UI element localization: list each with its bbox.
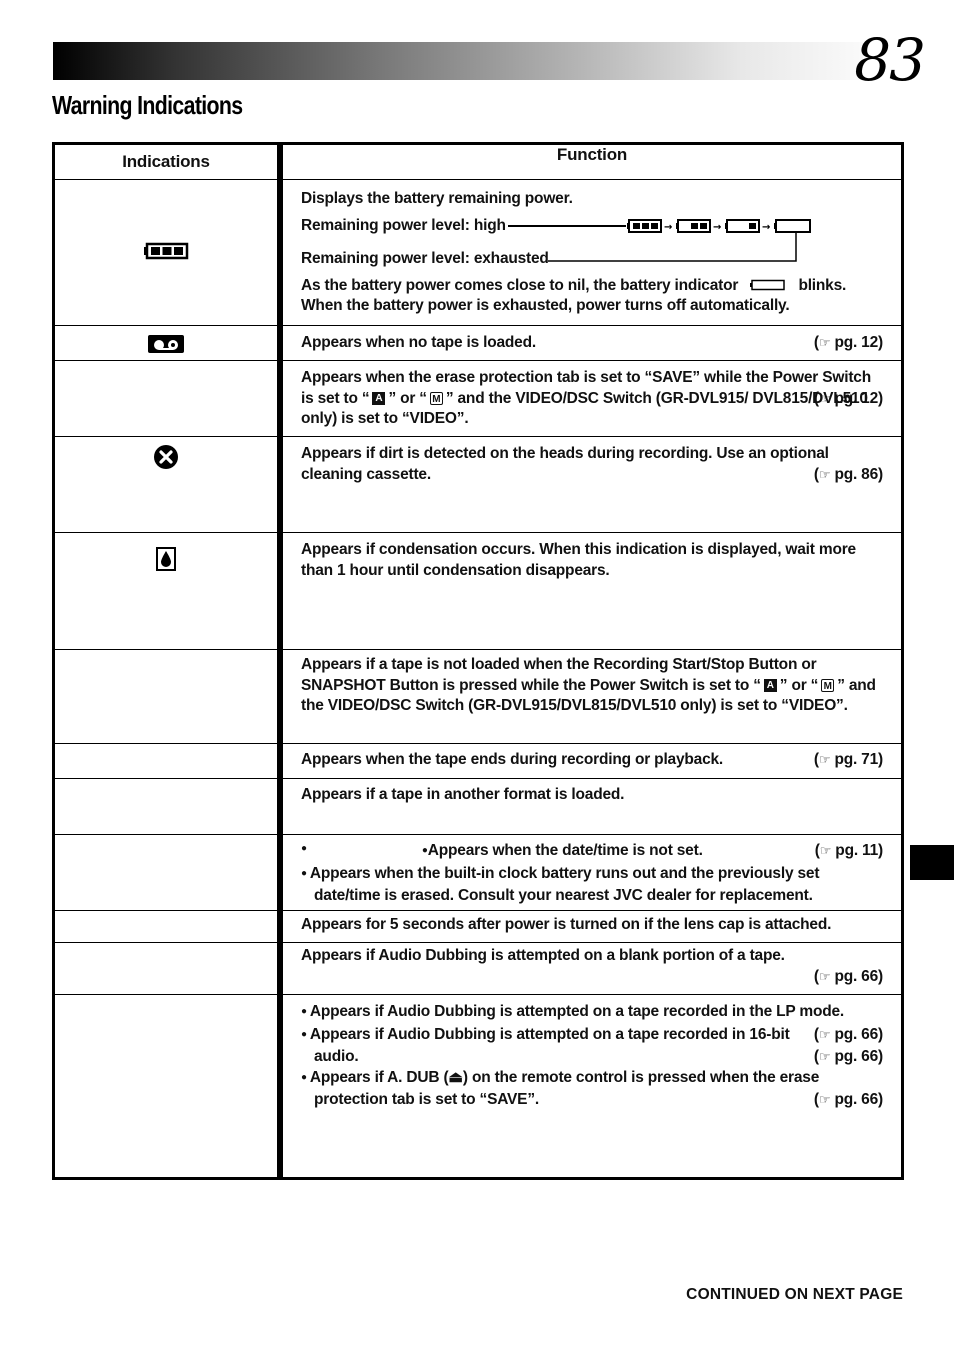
battery-desc: Displays the battery remaining power.: [301, 190, 573, 207]
battery-3-icon: [626, 218, 662, 233]
table-row: Appears when the erase protection tab is…: [55, 360, 901, 436]
table-row: Appears when no tape is loaded. (☞ pg. 1…: [55, 325, 901, 360]
header-indications: Indications: [55, 145, 283, 179]
pointing-hand-icon: ☞: [819, 843, 832, 858]
pointing-hand-icon: ☞: [818, 1092, 831, 1107]
pointing-hand-icon: ☞: [818, 968, 831, 984]
page-ref: (☞ pg. 12): [813, 334, 883, 351]
condensation-drop-icon: [156, 547, 176, 571]
auto-mode-icon: A: [372, 391, 386, 405]
list-item: Appears if A. DUB (⏏) on the remote cont…: [301, 1068, 883, 1111]
list-item: ●Appears when the date/time is not set. …: [301, 841, 883, 864]
cassette-icon: [148, 335, 184, 353]
page-ref: (☞ pg. 66): [813, 1025, 883, 1043]
list-item: Appears if Audio Dubbing is attempted on…: [301, 1002, 883, 1043]
page-ref: (☞ pg. 71): [813, 751, 883, 768]
page-ref: (☞ pg. 66): [813, 1048, 883, 1065]
table-row: Appears if a tape is not loaded when the…: [55, 649, 901, 743]
pointing-hand-icon: ☞: [818, 1026, 831, 1042]
arrow-icon: →: [762, 222, 770, 233]
auto-mode-icon: A: [763, 678, 777, 692]
exhausted-connector-line: [548, 233, 797, 262]
page-ref: (☞ pg. 11): [814, 842, 883, 859]
table-row: Appears if condensation occurs. When thi…: [55, 532, 901, 649]
list-item: Appears if Audio Dubbing is attempted on…: [301, 1025, 883, 1068]
table-row: Appears when the tape ends during record…: [55, 743, 901, 778]
header-gradient-bar: [53, 42, 863, 80]
pointing-hand-icon: ☞: [818, 1049, 831, 1064]
table-row: Appears if Audio Dubbing is attempted on…: [55, 994, 901, 1177]
table-row: Appears if Audio Dubbing is attempted on…: [55, 942, 901, 994]
leader-line: [507, 225, 626, 227]
page-ref: (☞ pg. 66): [813, 967, 883, 985]
table-row: Appears if a tape in another format is l…: [55, 778, 901, 834]
level-high-label: Remaining power level: high: [301, 216, 506, 234]
page-number: 83: [854, 26, 926, 94]
pointing-hand-icon: ☞: [818, 752, 831, 767]
section-tab-marker: [910, 845, 954, 880]
battery-1-icon: [724, 218, 760, 233]
head-clog-x-icon: [154, 445, 178, 469]
manual-mode-icon: M: [429, 391, 443, 405]
table-header-row: Indications Function: [55, 145, 901, 179]
pointing-hand-icon: ☞: [818, 335, 831, 350]
warning-table: Indications Function Displays the batter…: [52, 142, 904, 1180]
pointing-hand-icon: ☞: [818, 466, 831, 482]
list-item: Appears when the built-in clock battery …: [301, 864, 883, 907]
battery-empty-icon: [750, 280, 786, 291]
battery-2-icon: [675, 218, 711, 233]
table-row: Displays the battery remaining power. Re…: [55, 179, 901, 325]
header-function: Function: [556, 145, 628, 164]
table-row: Appears for 5 seconds after power is tur…: [55, 910, 901, 942]
continued-notice: CONTINUED ON NEXT PAGE: [686, 1286, 903, 1303]
table-row: Appears if dirt is detected on the heads…: [55, 436, 901, 532]
page-ref: (☞ pg. 66): [813, 1091, 883, 1108]
battery-full-icon: [144, 242, 189, 260]
arrow-icon: →: [713, 222, 721, 233]
manual-mode-icon: M: [821, 678, 835, 692]
page-ref: (☞ pg. 86): [813, 465, 883, 483]
arrow-icon: →: [664, 222, 672, 233]
page-title: Warning Indications: [52, 90, 243, 120]
battery-empty-icon: [773, 218, 811, 233]
table-row: ●Appears when the date/time is not set. …: [55, 834, 901, 910]
